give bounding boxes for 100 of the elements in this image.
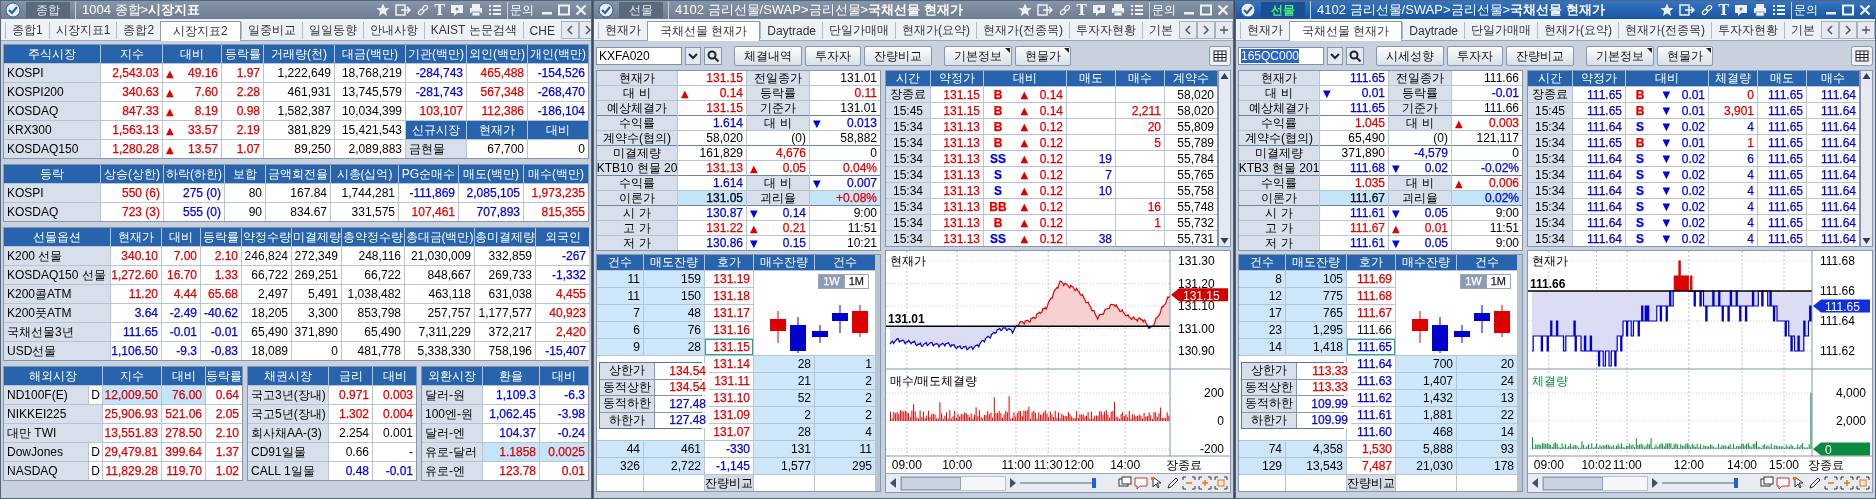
tab[interactable]: 단일가매매: [822, 22, 896, 39]
code-field[interactable]: KXFA020: [596, 47, 682, 65]
tab[interactable]: 국채선물 현재가: [647, 21, 761, 41]
plus-icon[interactable]: [1215, 20, 1233, 39]
pencil-icon[interactable]: [1166, 476, 1180, 490]
check-circle-icon[interactable]: [598, 2, 614, 18]
printer-icon[interactable]: [469, 3, 483, 17]
toolbar-button[interactable]: 투자자: [1447, 46, 1503, 66]
tab[interactable]: Daytrade: [760, 22, 823, 39]
period-toggle[interactable]: 1M: [1486, 275, 1510, 288]
fit-screen-icon[interactable]: [1214, 476, 1228, 490]
close-icon[interactable]: [1217, 4, 1229, 16]
link-icon[interactable]: [1057, 3, 1072, 17]
exit-icon[interactable]: [1678, 3, 1695, 17]
list-icon[interactable]: [1130, 3, 1144, 17]
slider-handle[interactable]: [1734, 478, 1738, 488]
check-circle-icon[interactable]: [1240, 2, 1256, 18]
menu-button[interactable]: 종합: [26, 2, 70, 18]
up-arrow-icon[interactable]: [1861, 71, 1872, 81]
cursor-icon[interactable]: [1792, 476, 1806, 490]
table-icon[interactable]: [1209, 46, 1231, 66]
tab[interactable]: 현재가(요약): [895, 22, 977, 39]
check-circle-icon[interactable]: [5, 2, 21, 18]
tab[interactable]: 투자자현황: [1711, 22, 1785, 39]
right-arrow-icon[interactable]: [1650, 477, 1660, 489]
windows-icon[interactable]: [1118, 476, 1132, 490]
tab[interactable]: 투자자현황: [1069, 22, 1143, 39]
font-button[interactable]: T: [1718, 2, 1729, 18]
toolbar-button[interactable]: 현물가: [1657, 46, 1713, 66]
slider-handle[interactable]: [1092, 478, 1096, 488]
tab[interactable]: 시장지표1: [48, 22, 117, 39]
tab[interactable]: 현재가(전종목): [976, 22, 1070, 39]
compare-button[interactable]: 잔량비교: [1347, 475, 1395, 491]
tab[interactable]: 국채선물 현재가: [1289, 21, 1403, 41]
toolbar-button[interactable]: 시세성향: [1376, 46, 1444, 66]
list-icon[interactable]: [1772, 3, 1786, 17]
list-icon[interactable]: [488, 3, 502, 17]
inquiry-button[interactable]: 문의: [1791, 1, 1820, 19]
search-icon[interactable]: [704, 47, 722, 65]
compare-button[interactable]: 잔량비교: [705, 475, 753, 491]
down-arrow-icon[interactable]: [1861, 236, 1872, 246]
scrollbar[interactable]: [900, 475, 1006, 491]
tab[interactable]: 단일가매매: [1464, 22, 1538, 39]
maximize-icon[interactable]: [558, 4, 570, 16]
star-icon[interactable]: [375, 3, 390, 17]
link-icon[interactable]: [415, 3, 430, 17]
tab[interactable]: 일중비교: [240, 22, 302, 39]
search-icon[interactable]: [1346, 47, 1364, 65]
right-arrow-icon[interactable]: [1008, 477, 1018, 489]
chevron-right-icon[interactable]: [578, 20, 591, 39]
left-arrow-icon[interactable]: [888, 477, 898, 489]
toolbar-button[interactable]: 기본정보: [1586, 46, 1654, 66]
cursor-icon[interactable]: [1150, 476, 1164, 490]
toolbar-button[interactable]: 잔량비교: [864, 46, 932, 66]
zoom-in-icon[interactable]: [1198, 476, 1212, 490]
windows-icon[interactable]: [1760, 476, 1774, 490]
plus-icon[interactable]: [1857, 20, 1875, 39]
scrollbar[interactable]: [1218, 70, 1231, 247]
tab[interactable]: 현재가(요약): [1537, 22, 1619, 39]
printer-icon[interactable]: [1111, 3, 1125, 17]
menu-button[interactable]: 선물: [619, 2, 663, 18]
chevron-left-icon[interactable]: [560, 20, 579, 39]
chevron-right-icon[interactable]: [1197, 20, 1216, 39]
toolbar-button[interactable]: 기본정보: [944, 46, 1012, 66]
scrollbar[interactable]: [1542, 475, 1648, 491]
tab[interactable]: 시장지표2: [160, 21, 241, 41]
printer-icon[interactable]: [1753, 3, 1767, 17]
chevron-right-icon[interactable]: [1839, 20, 1858, 39]
tab[interactable]: 현재가(전종목): [1618, 22, 1712, 39]
chevron-left-icon[interactable]: [1179, 20, 1198, 39]
close-icon[interactable]: [1859, 4, 1871, 16]
tab[interactable]: Daytrade: [1402, 22, 1465, 39]
menu-button[interactable]: 선물: [1261, 2, 1305, 18]
scrollbar[interactable]: [1860, 70, 1873, 247]
star-icon[interactable]: [1659, 3, 1674, 17]
up-arrow-icon[interactable]: [1219, 71, 1230, 81]
tab[interactable]: 안내사항: [362, 22, 424, 39]
exit-icon[interactable]: [1036, 3, 1053, 17]
chevron-left-icon[interactable]: [1821, 20, 1840, 39]
toolbar-button[interactable]: 투자자: [805, 46, 861, 66]
maximize-icon[interactable]: [1200, 4, 1212, 16]
exit-icon[interactable]: [394, 3, 411, 17]
fit-screen-icon[interactable]: [1856, 476, 1870, 490]
period-toggle[interactable]: 1M: [844, 275, 868, 288]
chevron-down-icon[interactable]: [685, 47, 701, 65]
star-icon[interactable]: [1017, 3, 1032, 17]
left-arrow-icon[interactable]: [1530, 477, 1540, 489]
toolbar-button[interactable]: 현물가: [1015, 46, 1071, 66]
down-arrow-icon[interactable]: [1219, 236, 1230, 246]
tab[interactable]: 종합1: [5, 22, 49, 39]
toolbar-button[interactable]: 잔량비교: [1506, 46, 1574, 66]
comment-icon[interactable]: [1134, 476, 1148, 490]
tab[interactable]: CHE: [522, 22, 561, 39]
chevron-down-icon[interactable]: [1327, 47, 1343, 65]
link-icon[interactable]: [1699, 3, 1714, 17]
close-icon[interactable]: [575, 4, 587, 16]
comment-icon[interactable]: [1776, 476, 1790, 490]
maximize-icon[interactable]: [1842, 4, 1854, 16]
code-field[interactable]: 165QC000: [1238, 47, 1324, 65]
table-icon[interactable]: [1851, 46, 1873, 66]
